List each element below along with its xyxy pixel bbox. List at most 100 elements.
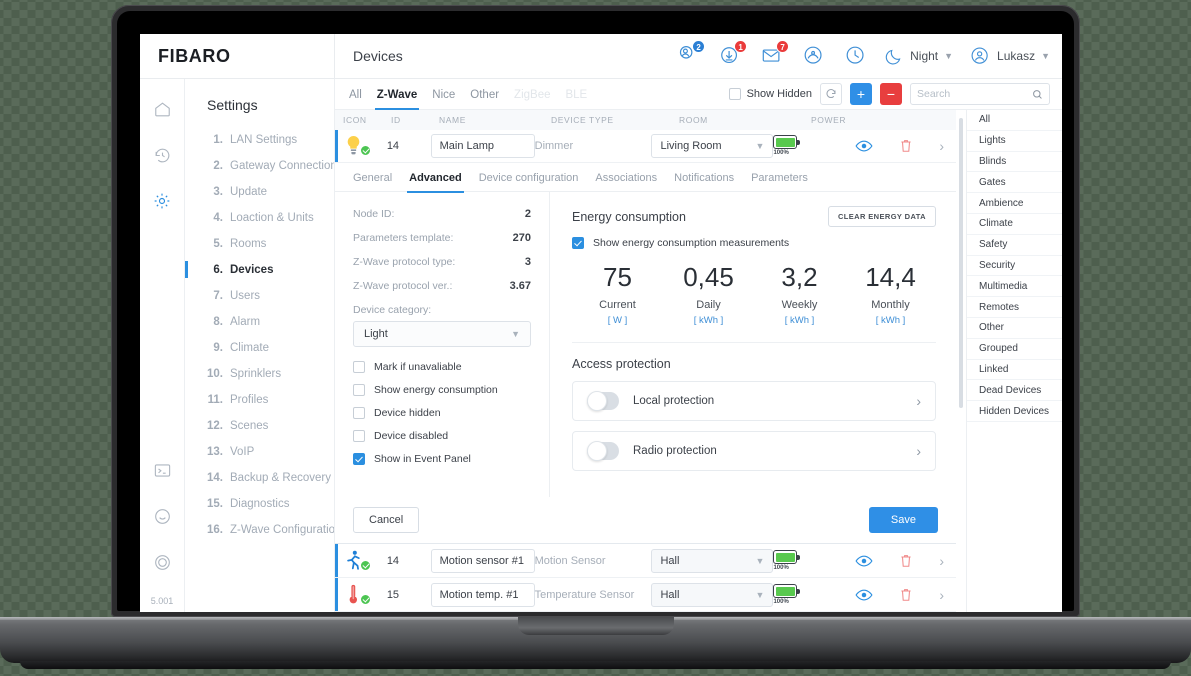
sidebar-item-sprinklers[interactable]: 10. Sprinklers [185, 361, 334, 387]
radio-protection-row[interactable]: Radio protection › [572, 431, 936, 472]
category-item-security[interactable]: Security [967, 256, 1062, 277]
show-hidden-toggle[interactable]: Show Hidden [728, 88, 812, 100]
home-icon[interactable] [150, 97, 174, 121]
refresh-icon[interactable] [820, 83, 842, 105]
visibility-eye-icon[interactable] [855, 139, 873, 153]
checkbox[interactable] [353, 453, 365, 466]
option-mark-if-unavailable[interactable]: Mark if unavaliable [353, 361, 531, 374]
tab-notifications[interactable]: Notifications [674, 163, 734, 192]
console-icon[interactable] [150, 458, 174, 482]
option-show-energy-measurements[interactable]: Show energy consumption measurements [572, 237, 936, 250]
table-row[interactable]: 14 Motion Sensor Hall ▼ [335, 544, 956, 579]
search-box[interactable] [910, 83, 1050, 105]
show-hidden-checkbox[interactable] [728, 88, 741, 100]
tab-parameters[interactable]: Parameters [751, 163, 808, 192]
save-button[interactable]: Save [868, 507, 938, 534]
device-name-input[interactable] [430, 548, 535, 573]
category-item-climate[interactable]: Climate [967, 214, 1062, 235]
table-row[interactable]: 15 Temperature Sensor Hall ▼ [335, 578, 956, 612]
room-select[interactable]: Hall ▼ [651, 582, 774, 607]
clear-energy-data-button[interactable]: CLEAR ENERGY DATA [827, 206, 936, 228]
vertical-scrollbar[interactable] [956, 109, 966, 612]
sidebar-item-location-units[interactable]: 4. Loaction & Units [185, 205, 334, 231]
category-item-other[interactable]: Other [967, 318, 1062, 339]
category-item-ambience[interactable]: Ambience [967, 193, 1062, 214]
sidebar-item-climate[interactable]: 9. Climate [185, 335, 334, 361]
smiley-icon[interactable] [150, 504, 174, 528]
radio-protection-toggle[interactable] [587, 441, 619, 462]
category-item-gates[interactable]: Gates [967, 172, 1062, 194]
tab-zwave[interactable]: Z-Wave [374, 79, 420, 110]
tab-nice[interactable]: Nice [432, 79, 455, 109]
sidebar-item-rooms[interactable]: 5. Rooms [185, 231, 334, 257]
delete-trash-icon[interactable] [899, 138, 913, 154]
device-name-input[interactable] [430, 133, 535, 158]
category-item-linked[interactable]: Linked [967, 360, 1062, 381]
visibility-eye-icon[interactable] [855, 588, 873, 602]
expand-chevron-icon[interactable]: › [939, 587, 956, 603]
checkbox[interactable] [353, 407, 365, 420]
add-device-button[interactable]: + [850, 83, 872, 105]
delete-trash-icon[interactable] [899, 587, 913, 603]
tab-all[interactable]: All [349, 79, 362, 109]
option-device-hidden[interactable]: Device hidden [353, 407, 531, 420]
sidebar-item-scenes[interactable]: 12. Scenes [185, 413, 334, 439]
local-protection-toggle[interactable] [587, 391, 619, 412]
sidebar-item-update[interactable]: 3. Update [185, 179, 334, 205]
plugin-icon[interactable] [150, 550, 174, 574]
category-item-remotes[interactable]: Remotes [967, 297, 1062, 318]
tab-advanced[interactable]: Advanced [407, 163, 464, 193]
sidebar-item-diagnostics[interactable]: 15. Diagnostics [185, 491, 334, 517]
download-icon[interactable]: 1 [717, 39, 748, 69]
user-menu[interactable]: Lukasz ▼ [970, 46, 1050, 67]
brand-logo[interactable]: FIBARO [140, 34, 335, 79]
sidebar-item-lan-settings[interactable]: 1. LAN Settings [185, 127, 334, 153]
delete-trash-icon[interactable] [899, 553, 913, 569]
category-item-safety[interactable]: Safety [967, 235, 1062, 256]
device-category-select[interactable]: Light ▼ [353, 321, 531, 348]
checkbox[interactable] [572, 237, 584, 250]
room-select[interactable]: Living Room ▼ [651, 133, 774, 158]
clock-icon[interactable] [843, 44, 868, 69]
checkbox[interactable] [353, 430, 365, 443]
tab-general[interactable]: General [353, 163, 392, 192]
device-name-input[interactable] [430, 582, 535, 607]
expand-chevron-icon[interactable]: › [939, 553, 956, 569]
option-show-in-event-panel[interactable]: Show in Event Panel [353, 453, 531, 466]
sidebar-item-alarm[interactable]: 8. Alarm [185, 309, 334, 335]
sidebar-item-gateway-connections[interactable]: 2. Gateway Connections [185, 153, 334, 179]
settings-gear-icon[interactable] [150, 189, 174, 213]
sidebar-item-voip[interactable]: 13. VoIP [185, 439, 334, 465]
remove-device-button[interactable]: − [880, 83, 902, 105]
checkbox[interactable] [353, 361, 365, 374]
users-icon[interactable]: 2 [675, 39, 706, 69]
search-input[interactable] [917, 88, 1032, 100]
option-show-energy-consumption[interactable]: Show energy consumption [353, 384, 531, 397]
chevron-right-icon[interactable]: › [916, 393, 921, 409]
category-item-lights[interactable]: Lights [967, 131, 1062, 152]
local-protection-row[interactable]: Local protection › [572, 381, 936, 422]
category-item-hidden-devices[interactable]: Hidden Devices [967, 401, 1062, 422]
tab-other[interactable]: Other [470, 79, 499, 109]
mail-icon[interactable]: 7 [759, 39, 790, 69]
night-mode-selector[interactable]: Night ▼ [885, 47, 953, 66]
visibility-eye-icon[interactable] [855, 554, 873, 568]
sidebar-item-zwave-configuration[interactable]: 16. Z-Wave Configuration [185, 517, 334, 543]
expand-chevron-icon[interactable]: › [939, 138, 956, 154]
room-select[interactable]: Hall ▼ [651, 548, 774, 573]
category-item-blinds[interactable]: Blinds [967, 152, 1062, 173]
category-item-multimedia[interactable]: Multimedia [967, 276, 1062, 298]
sidebar-item-users[interactable]: 7. Users [185, 283, 334, 309]
category-item-grouped[interactable]: Grouped [967, 339, 1062, 360]
scrollbar-thumb[interactable] [959, 118, 963, 408]
sidebar-item-backup-recovery[interactable]: 14. Backup & Recovery [185, 465, 334, 491]
option-device-disabled[interactable]: Device disabled [353, 430, 531, 443]
tab-device-configuration[interactable]: Device configuration [479, 163, 579, 192]
category-item-all[interactable]: All [967, 110, 1062, 131]
cancel-button[interactable]: Cancel [353, 507, 420, 534]
checkbox[interactable] [353, 384, 365, 397]
table-row[interactable]: 14 Dimmer Living Room ▼ [335, 129, 956, 164]
sidebar-item-profiles[interactable]: 11. Profiles [185, 387, 334, 413]
chevron-right-icon[interactable]: › [916, 443, 921, 459]
weather-icon[interactable] [801, 44, 826, 69]
